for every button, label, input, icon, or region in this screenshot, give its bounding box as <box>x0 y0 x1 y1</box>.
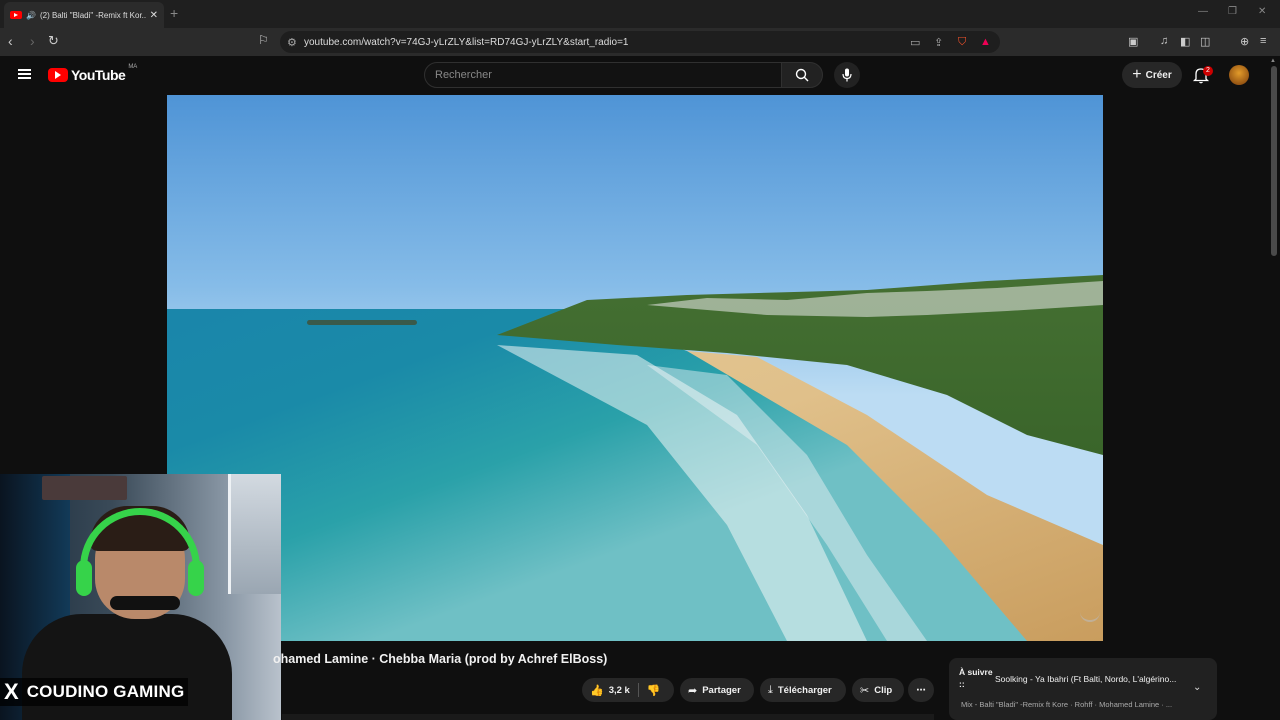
clip-label: Clip <box>874 684 893 696</box>
create-label: Créer <box>1145 69 1172 81</box>
country-code: MA <box>128 64 138 70</box>
like-dislike-group: 👍 3,2 k 👎 <box>582 678 674 702</box>
url-text: youtube.com/watch?v=74GJ-yLrZLY&list=RD7… <box>304 36 629 48</box>
plus-icon: + <box>1132 66 1142 83</box>
playlist-subtitle: Mix - Balti "Bladi" -Remix ft Kore · Roh… <box>961 700 1173 709</box>
create-button[interactable]: + Créer <box>1122 62 1182 88</box>
dislike-icon[interactable]: 👎 <box>647 684 661 697</box>
brave-shield-icon[interactable]: ⛉ <box>958 36 966 49</box>
youtube-wordmark: YouTube <box>71 67 126 83</box>
streamer-name: COUDINO GAMING <box>26 682 185 701</box>
shelf-decor <box>42 476 127 500</box>
scissors-icon: ✂ <box>860 684 870 697</box>
up-next-song-title[interactable]: Soolking - Ya Ibahri (Ft Balti, Nordo, L… <box>995 674 1185 684</box>
browser-tabstrip: 🔊 (2) Balti "Bladi" -Remix ft Kor... ✕ +… <box>0 0 1280 28</box>
sidebar-icon[interactable]: ◧ <box>1180 35 1190 48</box>
wallet-icon[interactable]: ◫ <box>1200 35 1210 48</box>
back-icon[interactable]: ‹ <box>8 33 13 49</box>
scroll-up-arrow-icon[interactable]: ▲ <box>1270 58 1276 64</box>
playlist-up-next-card[interactable]: À suivre :: Soolking - Ya Ibahri (Ft Bal… <box>949 658 1217 720</box>
page-scrollbar-thumb[interactable] <box>1271 66 1277 256</box>
like-count[interactable]: 3,2 k <box>609 685 630 696</box>
new-tab-button[interactable]: + <box>170 5 178 21</box>
download-label: Télécharger <box>777 684 832 696</box>
microphone-icon <box>842 68 852 82</box>
vpn-icon[interactable]: ⊕ <box>1240 35 1249 48</box>
site-info-icon[interactable]: ⚙ <box>287 36 297 49</box>
share-page-icon[interactable]: ⇪ <box>934 36 943 49</box>
like-divider <box>637 683 639 697</box>
video-player[interactable] <box>167 95 1103 641</box>
youtube-play-icon <box>48 68 68 82</box>
x-logo-icon: X <box>4 679 19 704</box>
maximize-icon[interactable]: ❐ <box>1228 6 1237 17</box>
more-dots-icon: ⋯ <box>916 684 926 696</box>
notification-badge: 2 <box>1203 66 1213 76</box>
forward-icon[interactable]: › <box>30 33 35 49</box>
headset-earcup-left <box>76 560 92 596</box>
media-icon[interactable]: ♫ <box>1160 35 1168 47</box>
streamer-nameplate: X COUDINO GAMING <box>0 678 189 706</box>
like-icon[interactable]: 👍 <box>590 684 604 697</box>
video-frame-breakwater <box>307 320 417 325</box>
download-icon: ⤓ <box>768 683 773 696</box>
menu-icon[interactable]: ≡ <box>1260 35 1266 47</box>
extensions-icon[interactable]: ▣ <box>1128 35 1138 48</box>
headset-earcup-right <box>188 560 204 596</box>
tab-close-icon[interactable]: ✕ <box>150 10 158 21</box>
search-icon <box>795 68 809 82</box>
up-next-label: À suivre :: <box>959 667 993 689</box>
sunglasses <box>110 596 180 610</box>
browser-toolbar: ‹ › ↻ ⚐ ⚙ youtube.com/watch?v=74GJ-yLrZL… <box>0 28 1280 56</box>
video-title: ohamed Lamine · Chebba Maria (prod by Ac… <box>273 652 608 666</box>
youtube-logo[interactable]: YouTube MA <box>48 64 138 83</box>
reload-icon[interactable]: ↻ <box>48 33 59 49</box>
more-actions-button[interactable]: ⋯ <box>908 678 934 702</box>
youtube-header: YouTube MA Rechercher + Créer <box>0 56 1280 94</box>
search-input[interactable]: Rechercher <box>424 62 782 88</box>
share-label: Partager <box>702 684 741 696</box>
address-bar[interactable]: ⚙ youtube.com/watch?v=74GJ-yLrZLY&list=R… <box>280 31 1000 53</box>
search-button[interactable] <box>781 62 823 88</box>
bookmark-icon[interactable]: ⚐ <box>258 33 269 47</box>
clip-button[interactable]: ✂ Clip <box>852 678 904 702</box>
background-door <box>228 474 281 594</box>
youtube-favicon-icon <box>10 11 22 19</box>
brave-rewards-icon[interactable]: ▲ <box>980 36 991 48</box>
chevron-down-icon[interactable]: ⌄ <box>1193 682 1201 693</box>
download-button[interactable]: ⤓ Télécharger <box>760 678 846 702</box>
window-close-icon[interactable]: ✕ <box>1258 6 1266 17</box>
video-progress-track[interactable] <box>282 714 934 720</box>
minimize-icon[interactable]: — <box>1198 6 1208 17</box>
browser-tab-active[interactable]: 🔊 (2) Balti "Bladi" -Remix ft Kor... ✕ <box>4 2 164 28</box>
audio-playing-icon[interactable]: 🔊 <box>26 11 36 20</box>
voice-search-button[interactable] <box>834 62 860 88</box>
cast-icon[interactable]: ▭ <box>910 36 920 49</box>
share-button[interactable]: ➦ Partager <box>680 678 754 702</box>
guide-menu-icon[interactable] <box>18 69 31 79</box>
account-avatar[interactable] <box>1229 65 1249 85</box>
share-icon: ➦ <box>688 684 698 697</box>
tab-title: (2) Balti "Bladi" -Remix ft Kor... <box>39 10 146 20</box>
